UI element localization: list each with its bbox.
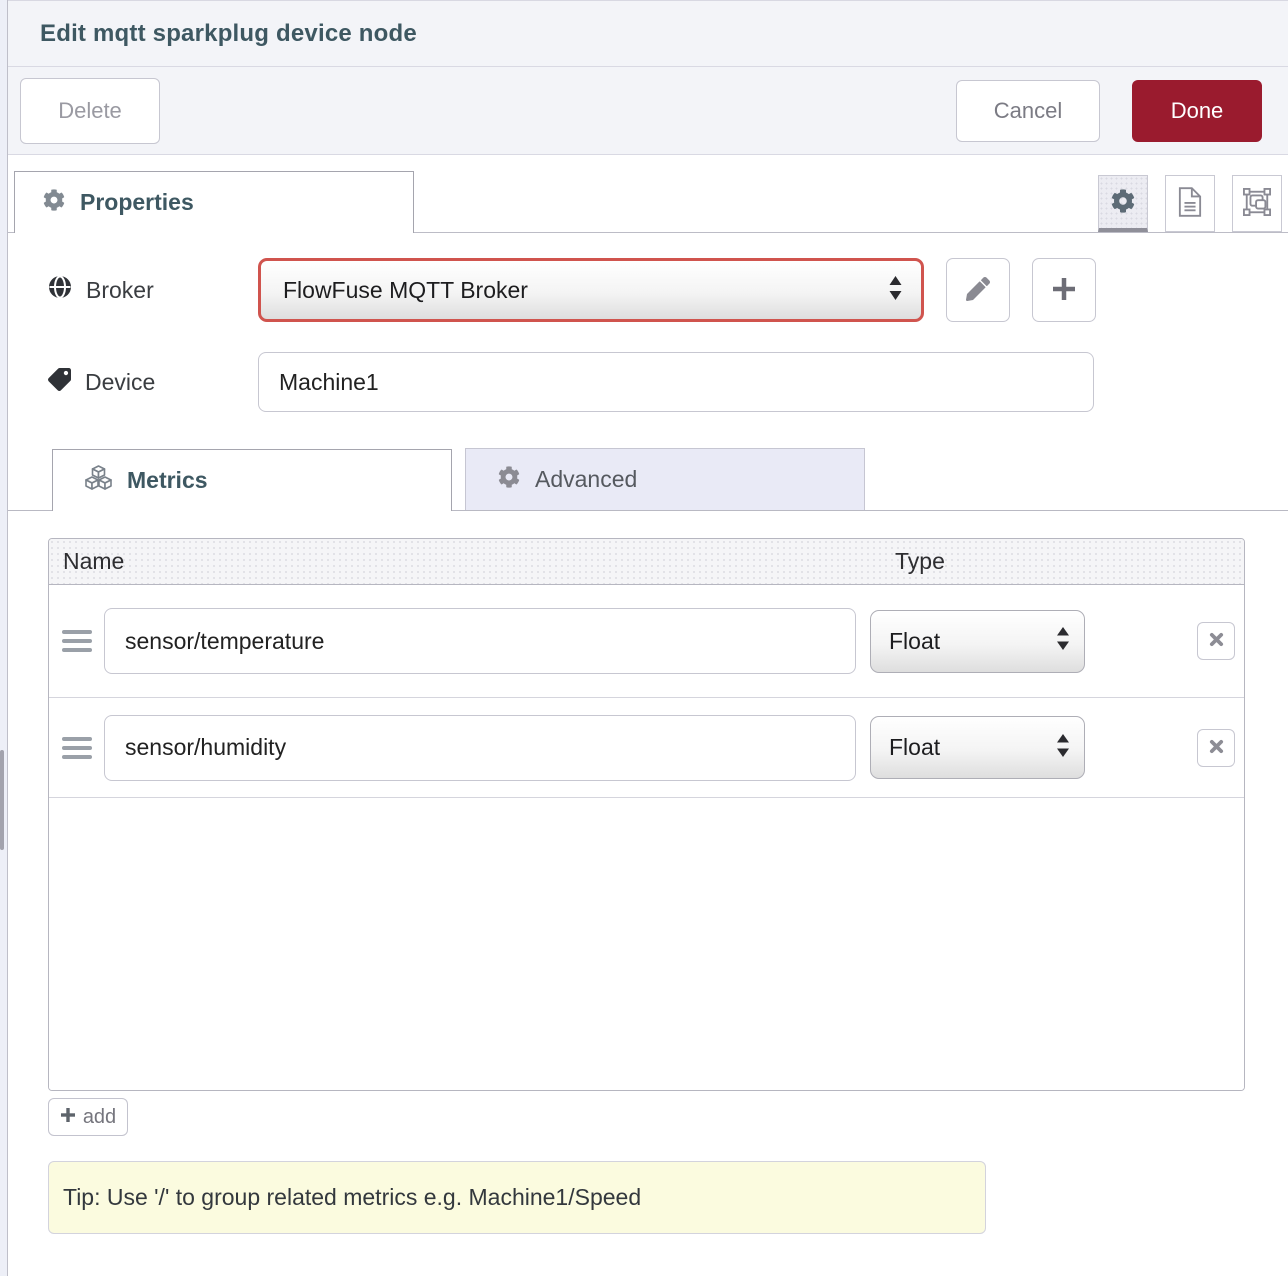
edit-broker-button[interactable]: [946, 258, 1010, 322]
tab-metrics-label: Metrics: [127, 467, 208, 494]
column-header-name: Name: [49, 548, 124, 575]
metric-row: Float: [49, 585, 1244, 698]
metric-type-value: Float: [889, 734, 1056, 761]
gear-icon: [498, 466, 520, 494]
dialog-title-bar: Edit mqtt sparkplug device node: [8, 1, 1288, 67]
node-settings-button[interactable]: [1098, 175, 1148, 232]
device-input[interactable]: [258, 352, 1094, 412]
gear-icon: [43, 189, 65, 216]
broker-select-value: FlowFuse MQTT Broker: [283, 277, 888, 304]
edit-node-dialog: Edit mqtt sparkplug device node Delete C…: [8, 0, 1288, 1276]
dialog-title: Edit mqtt sparkplug device node: [40, 20, 417, 48]
tab-properties[interactable]: Properties: [14, 171, 414, 233]
delete-button[interactable]: Delete: [20, 78, 160, 144]
metrics-table-header: Name Type: [49, 539, 1244, 585]
select-arrows-icon: [888, 275, 903, 306]
metric-type-select[interactable]: Float: [870, 610, 1085, 673]
add-metric-label: add: [83, 1106, 116, 1129]
metric-type-value: Float: [889, 628, 1056, 655]
column-header-type: Type: [895, 548, 945, 575]
drag-handle-icon[interactable]: [62, 630, 92, 652]
gear-icon: [1111, 189, 1135, 216]
node-description-button[interactable]: [1165, 175, 1215, 232]
metric-name-input[interactable]: [104, 715, 856, 781]
add-metric-button[interactable]: add: [48, 1098, 128, 1136]
cancel-button[interactable]: Cancel: [956, 80, 1100, 142]
metric-name-input[interactable]: [104, 608, 856, 674]
pencil-icon: [966, 277, 990, 304]
globe-icon: [48, 275, 72, 305]
drag-handle-icon[interactable]: [62, 737, 92, 759]
metrics-table-empty-area: [49, 798, 1244, 1090]
document-icon: [1178, 187, 1202, 220]
tag-icon: [48, 368, 71, 397]
plus-icon: [60, 1106, 76, 1129]
device-row: Device: [48, 352, 1288, 412]
workspace-edge: [0, 0, 8, 1276]
x-icon: [1209, 739, 1224, 757]
tip-box: Tip: Use '/' to group related metrics e.…: [48, 1161, 986, 1234]
done-button[interactable]: Done: [1132, 80, 1262, 142]
metric-type-select[interactable]: Float: [870, 716, 1085, 779]
metrics-table: Name Type Float: [48, 538, 1245, 1091]
dialog-button-row: Delete Cancel Done: [8, 67, 1288, 155]
add-broker-button[interactable]: [1032, 258, 1096, 322]
remove-metric-button[interactable]: [1197, 729, 1235, 767]
broker-label: Broker: [48, 275, 258, 305]
select-arrows-icon: [1056, 733, 1070, 763]
editor-tab-bar: Properties: [8, 155, 1288, 233]
select-arrows-icon: [1056, 626, 1070, 656]
remove-metric-button[interactable]: [1197, 622, 1235, 660]
broker-select[interactable]: FlowFuse MQTT Broker: [258, 258, 924, 322]
tab-advanced[interactable]: Advanced: [465, 448, 865, 510]
node-properties-form: Broker FlowFuse MQTT Broker: [8, 233, 1288, 1276]
metric-row: Float: [49, 698, 1244, 798]
x-icon: [1209, 632, 1224, 650]
metrics-advanced-tabs: Metrics Advanced: [8, 447, 1288, 511]
tip-text: Tip: Use '/' to group related metrics e.…: [63, 1184, 641, 1211]
broker-row: Broker FlowFuse MQTT Broker: [48, 258, 1288, 322]
tab-advanced-label: Advanced: [535, 466, 637, 493]
plus-icon: [1051, 276, 1077, 305]
scrollbar-thumb[interactable]: [0, 750, 4, 850]
appearance-icon: [1243, 188, 1271, 219]
editor-tray-buttons: [1098, 175, 1282, 232]
tab-properties-label: Properties: [80, 189, 194, 216]
cubes-icon: [85, 465, 112, 497]
node-appearance-button[interactable]: [1232, 175, 1282, 232]
device-label: Device: [48, 368, 258, 397]
tab-metrics[interactable]: Metrics: [52, 449, 452, 511]
